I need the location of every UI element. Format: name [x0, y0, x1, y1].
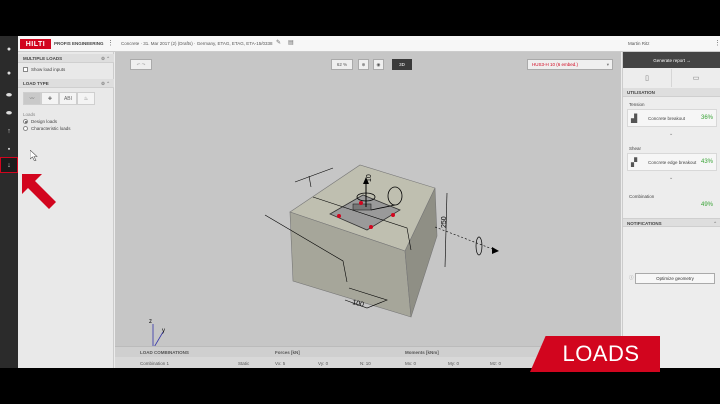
- steel-profile: [352, 203, 372, 211]
- shear-axis: [434, 226, 496, 251]
- tension-card[interactable]: ▟ Concrete breakout 36%: [627, 109, 717, 127]
- product-name: PROFIS ENGINEERING: [54, 41, 104, 46]
- combination-label: Combination: [629, 194, 655, 199]
- vy-value: Vy: 0: [318, 361, 329, 366]
- dim-top-label: 10: [366, 174, 373, 182]
- open-file-icon[interactable]: ▤: [288, 40, 294, 47]
- shear-card[interactable]: ▞ Concrete edge breakout 43%: [627, 153, 717, 171]
- tension-value: 36%: [700, 115, 713, 121]
- dim-right-label: 250: [441, 216, 448, 228]
- anchor-icon[interactable]: ↑: [0, 124, 18, 138]
- mz-value: Mz: 0: [490, 361, 502, 366]
- notifications-header[interactable]: NOTIFICATIONS ⌃: [623, 218, 720, 227]
- axis-y: [154, 331, 164, 346]
- chevron-up-icon: ⌃: [713, 221, 717, 226]
- profile-icon[interactable]: ⬬: [0, 107, 18, 121]
- mx-value: Mx: 0: [405, 361, 417, 366]
- mouse-cursor-icon: [30, 150, 38, 161]
- loads-caption: Loads: [23, 112, 36, 117]
- anchor-point: [337, 214, 341, 218]
- chevron-down-icon[interactable]: ⌄: [669, 131, 673, 137]
- red-arrow-icon: [22, 174, 56, 209]
- tension-check-label: Concrete breakout: [648, 116, 686, 121]
- home-icon[interactable]: ●: [0, 42, 18, 56]
- design-loads-radio[interactable]: [23, 119, 28, 124]
- characteristic-loads-option[interactable]: Characteristic loads: [23, 126, 71, 131]
- user-menu-icon[interactable]: ⋮: [714, 40, 720, 47]
- axis-z-label: z: [149, 319, 152, 325]
- show-load-inputs-checkbox[interactable]: [23, 67, 28, 72]
- shear-value: 43%: [700, 159, 713, 165]
- characteristic-loads-label: Characteristic loads: [31, 126, 71, 131]
- dim-line-right: [444, 192, 448, 268]
- forces-header: Forces [kN]: [275, 350, 300, 355]
- right-panel: Generate report → ▯ ▭ UTILISATION Tensio…: [622, 52, 720, 368]
- fire-load-icon[interactable]: ♨: [77, 92, 95, 105]
- left-rail: ● ● ⬬ ⬬ ↑ ▪ ↓: [0, 36, 18, 368]
- design-loads-option[interactable]: Design loads: [23, 119, 57, 124]
- load-combinations-title: LOAD COMBINATIONS: [140, 350, 189, 355]
- copy-icon[interactable]: ▭: [672, 69, 720, 87]
- load-type-title: LOAD TYPE: [23, 81, 49, 86]
- calculator-icon[interactable]: ▪: [0, 142, 18, 156]
- concrete-edge-breakout-icon: ▞: [631, 158, 638, 167]
- axis-y-label: y: [162, 328, 165, 334]
- baseplate-icon[interactable]: ⬬: [0, 89, 18, 103]
- anchor-point: [391, 213, 395, 217]
- right-panel-icons: ▯ ▭: [623, 69, 720, 87]
- show-load-inputs-label: Show load inputs: [31, 67, 66, 72]
- edit-icon[interactable]: ✎: [276, 40, 281, 47]
- combination-name: Combination 1: [140, 361, 170, 366]
- fatigue-load-icon[interactable]: ABI: [59, 92, 77, 105]
- load-type-header[interactable]: LOAD TYPE ⚙ ⌃: [18, 79, 114, 88]
- shear-label: Shear: [629, 146, 642, 151]
- seismic-load-icon[interactable]: ✚: [41, 92, 59, 105]
- characteristic-loads-radio[interactable]: [23, 126, 28, 131]
- hilti-logo: HILTI: [20, 39, 51, 49]
- combination-value: 49%: [701, 202, 714, 208]
- user-name[interactable]: Martin Ritz: [628, 41, 650, 46]
- moments-header: Moments [kNm]: [405, 350, 439, 355]
- report-icon[interactable]: ▯: [623, 69, 672, 87]
- top-bar: HILTI PROFIS ENGINEERING ⋮ Concrete · 31…: [18, 36, 720, 52]
- optimize-geometry-button[interactable]: Optimize geometry: [635, 273, 715, 284]
- tension-label: Tension: [629, 102, 645, 107]
- show-load-inputs-option[interactable]: Show load inputs: [23, 67, 65, 72]
- combination-type: Static: [238, 361, 250, 366]
- n-value: N: 10: [360, 361, 371, 366]
- concrete-breakout-icon: ▟: [631, 114, 638, 123]
- info-icon: ⓘ: [629, 275, 634, 280]
- static-load-icon[interactable]: 〰: [23, 92, 41, 105]
- project-title: Concrete · 31. Mar 2017 (2) (Drafts) · G…: [121, 41, 273, 46]
- anchor-point: [369, 225, 373, 229]
- section-tools[interactable]: ⚙ ⌃: [101, 54, 110, 63]
- main-menu-icon[interactable]: ⋮: [107, 40, 114, 47]
- my-value: My: 0: [448, 361, 460, 366]
- app-window: ● ● ⬬ ⬬ ↑ ▪ ↓ HILTI PROFIS ENGINEERING ⋮…: [0, 36, 720, 368]
- vx-value: Vx: 5: [275, 361, 286, 366]
- shear-check-label: Concrete edge breakout: [648, 160, 697, 165]
- loads-icon[interactable]: ↓: [0, 157, 18, 173]
- generate-report-button[interactable]: Generate report →: [623, 52, 720, 68]
- concrete-model: 10 250 100 x y z: [149, 164, 499, 346]
- anchor-point: [359, 201, 363, 205]
- dim-front-label: 100: [352, 299, 365, 309]
- utilisation-header[interactable]: UTILISATION: [623, 88, 720, 97]
- multiple-loads-title: MULTIPLE LOADS: [23, 56, 63, 61]
- section-overlay-label: LOADS: [530, 336, 660, 372]
- chevron-down-icon[interactable]: ⌄: [669, 175, 673, 181]
- concrete-icon[interactable]: ●: [0, 66, 18, 80]
- section-tools[interactable]: ⚙ ⌃: [101, 79, 110, 88]
- design-loads-label: Design loads: [31, 119, 58, 124]
- multiple-loads-header[interactable]: MULTIPLE LOADS ⚙ ⌃: [18, 54, 114, 63]
